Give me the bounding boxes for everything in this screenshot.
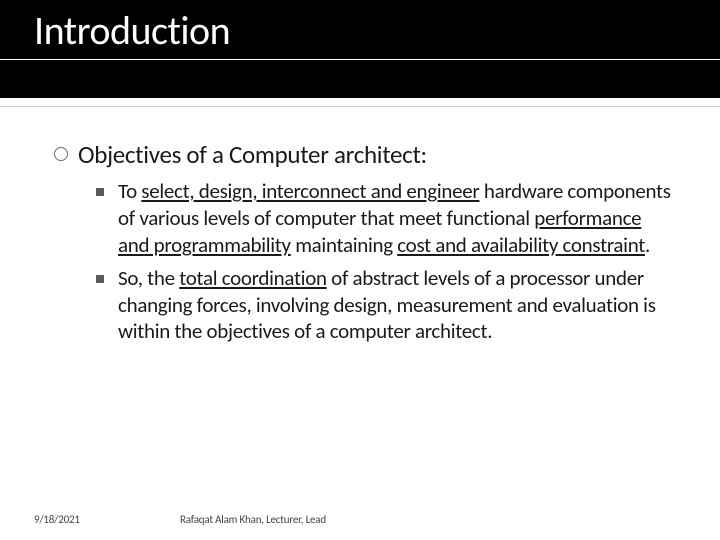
underlined-text: total coordination [179, 265, 327, 291]
footer: 9/18/2021 Rafaqat Alam Khan, Lecturer, L… [0, 513, 720, 526]
square-bullet-icon [96, 188, 104, 196]
title-underline [0, 59, 720, 60]
footer-date: 9/18/2021 [0, 513, 180, 526]
title-band: Introduction [0, 0, 720, 98]
list-level1-item: Objectives of a Computer architect: [54, 139, 676, 170]
text-run: So, the [118, 265, 179, 291]
text-run: maintaining [291, 232, 398, 258]
level2-list: To select, design, interconnect and engi… [54, 178, 676, 345]
content-area: Objectives of a Computer architect: To s… [0, 107, 720, 345]
square-bullet-icon [96, 275, 104, 283]
footer-author: Rafaqat Alam Khan, Lecturer, Lead [180, 513, 326, 526]
level1-text: Objectives of a Computer architect: [78, 139, 427, 170]
level2-text: So, the total coordination of abstract l… [118, 265, 676, 346]
list-level2-item: To select, design, interconnect and engi… [96, 178, 676, 259]
slide: Introduction Objectives of a Computer ar… [0, 0, 720, 540]
underlined-text: select, design, interconnect and enginee… [141, 178, 479, 204]
underlined-text: cost and availability constraint [397, 232, 645, 258]
slide-title: Introduction [0, 6, 720, 55]
level2-text: To select, design, interconnect and engi… [118, 178, 676, 259]
text-run: . [645, 232, 650, 258]
list-level2-item: So, the total coordination of abstract l… [96, 265, 676, 346]
circle-bullet-icon [54, 147, 68, 161]
text-run: To [118, 178, 141, 204]
